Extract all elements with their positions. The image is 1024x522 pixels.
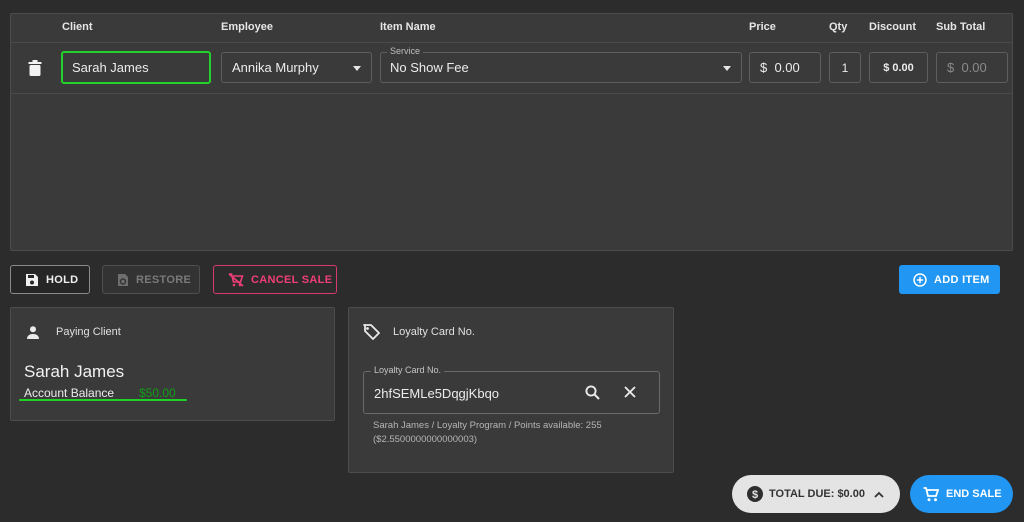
- tag-icon: [363, 324, 380, 340]
- dollar-circle-icon: $: [747, 486, 763, 502]
- header-employee: Employee: [221, 21, 273, 33]
- end-sale-button[interactable]: END SALE: [910, 475, 1013, 513]
- save-icon: [26, 273, 38, 286]
- qty-input[interactable]: 1: [829, 52, 861, 83]
- end-sale-label: END SALE: [946, 488, 1002, 500]
- total-due-button[interactable]: $ TOTAL DUE: $0.00: [732, 475, 900, 513]
- discount-value: $ 0.00: [883, 61, 914, 74]
- account-balance-label: Account Balance: [24, 386, 115, 400]
- paying-client-card: Paying Client Sarah James Account Balanc…: [10, 307, 335, 421]
- loyalty-card-input[interactable]: Loyalty Card No. 2hfSEMLe5DqgjKbqo: [363, 365, 660, 414]
- trash-icon[interactable]: [28, 60, 42, 76]
- loyalty-info: Sarah James / Loyalty Program / Points a…: [373, 419, 663, 447]
- service-value: No Show Fee: [390, 60, 469, 75]
- hold-label: HOLD: [46, 273, 79, 286]
- loyalty-info-line: ($2.5500000000000003): [373, 434, 478, 445]
- loyalty-card-value: 2hfSEMLe5DqgjKbqo: [374, 386, 500, 401]
- restore-icon: [118, 273, 128, 286]
- svg-text:$: $: [752, 489, 758, 501]
- person-icon: [27, 325, 39, 339]
- header-price: Price: [749, 21, 776, 33]
- loyalty-card-header: Loyalty Card No.: [349, 308, 475, 356]
- account-balance-value: $50.00: [139, 386, 176, 400]
- paying-client-header: Paying Client: [11, 308, 121, 356]
- sale-items-table: Client Employee Item Name Price Qty Disc…: [10, 13, 1013, 251]
- add-item-button[interactable]: ADD ITEM: [899, 265, 1000, 294]
- client-input[interactable]: Sarah James: [61, 51, 211, 84]
- sub-total-field: $ 0.00: [936, 52, 1008, 83]
- service-legend: Service: [387, 46, 424, 56]
- client-value: Sarah James: [72, 60, 149, 75]
- search-icon[interactable]: [585, 385, 600, 400]
- loyalty-card: Loyalty Card No. Loyalty Card No. 2hfSEM…: [348, 307, 674, 473]
- loyalty-card-title: Loyalty Card No.: [393, 326, 475, 338]
- add-circle-icon: [913, 272, 927, 287]
- loyalty-info-line: Sarah James / Loyalty Program / Points a…: [373, 420, 602, 431]
- header-sub-total: Sub Total: [936, 21, 986, 33]
- header-client: Client: [62, 21, 93, 33]
- paying-client-name: Sarah James: [24, 362, 125, 381]
- cancel-sale-label: CANCEL SALE: [251, 273, 333, 286]
- chevron-up-icon: [874, 491, 884, 498]
- qty-value: 1: [841, 60, 849, 75]
- chevron-down-icon: [353, 66, 361, 71]
- employee-value: Annika Murphy: [232, 60, 319, 75]
- service-select[interactable]: Service No Show Fee: [380, 46, 742, 83]
- header-qty: Qty: [829, 21, 848, 33]
- cart-off-icon: [228, 272, 244, 287]
- paying-client-title: Paying Client: [56, 326, 121, 338]
- cart-icon: [923, 486, 939, 501]
- chevron-down-icon: [723, 66, 731, 71]
- restore-button[interactable]: RESTORE: [102, 265, 200, 294]
- add-item-label: ADD ITEM: [934, 273, 990, 286]
- restore-label: RESTORE: [136, 273, 192, 286]
- loyalty-card-legend: Loyalty Card No.: [371, 365, 445, 375]
- table-header: Client Employee Item Name Price Qty Disc…: [11, 14, 1012, 43]
- total-due-label: TOTAL DUE: $0.00: [769, 488, 865, 500]
- cancel-sale-button[interactable]: CANCEL SALE: [213, 265, 337, 294]
- table-row: Sarah James Annika Murphy Service No Sho…: [11, 43, 1012, 94]
- discount-input[interactable]: $ 0.00: [869, 52, 928, 83]
- highlight-underline: [19, 399, 187, 401]
- employee-select[interactable]: Annika Murphy: [221, 52, 372, 83]
- sub-total-value: $ 0.00: [947, 60, 987, 75]
- header-item-name: Item Name: [380, 21, 436, 33]
- close-icon[interactable]: [624, 386, 636, 398]
- header-discount: Discount: [869, 21, 917, 33]
- price-input[interactable]: $ 0.00: [749, 52, 821, 83]
- hold-button[interactable]: HOLD: [10, 265, 90, 294]
- price-value: $ 0.00: [760, 60, 800, 75]
